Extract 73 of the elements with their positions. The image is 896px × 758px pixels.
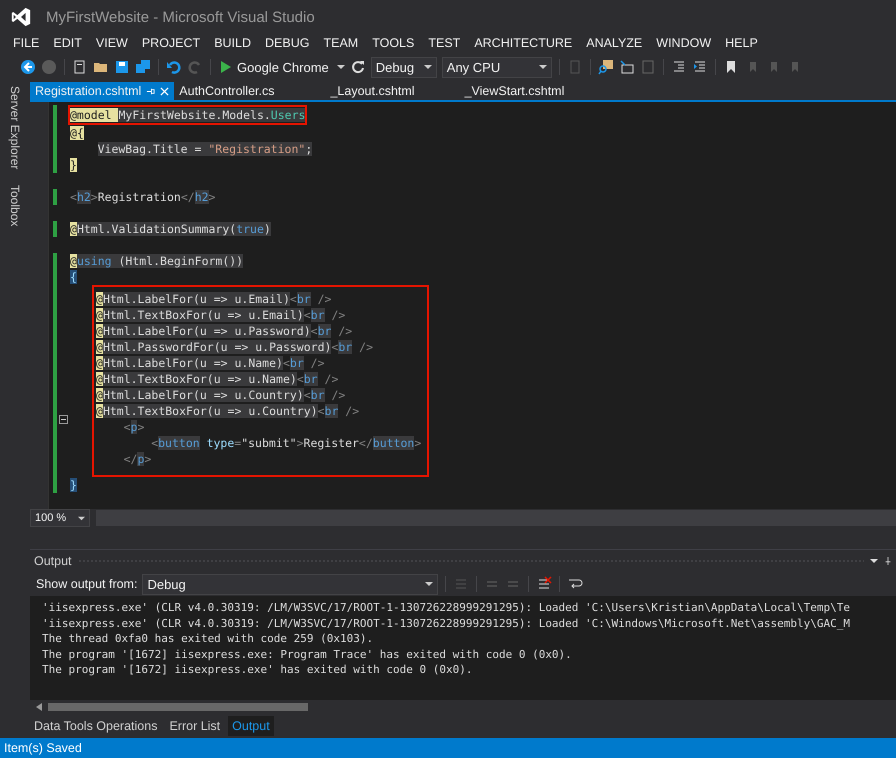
collapse-icon[interactable] — [59, 415, 68, 424]
dropdown-arrow-icon — [425, 580, 434, 588]
horizontal-scrollbar[interactable] — [96, 510, 896, 526]
pin-icon[interactable] — [884, 557, 892, 565]
run-button[interactable]: Google Chrome — [218, 58, 332, 76]
side-panel-tab[interactable]: Toolbox — [8, 185, 22, 227]
document-tab[interactable]: Registration.cshtml — [30, 82, 174, 100]
dropdown-arrow-icon — [78, 514, 85, 522]
code-line: <p> — [124, 420, 144, 434]
menu-item[interactable]: FILE — [6, 36, 46, 50]
configuration-dropdown[interactable]: Debug — [370, 56, 437, 78]
menu-item[interactable]: BUILD — [207, 36, 258, 50]
output-line: 'iisexpress.exe' (CLR v4.0.30319: /LM/W3SVC/17/ROOT-1-130726228999291295): Loaded 'C:\Users\Kristian\AppData\Local\Temp\Te — [42, 600, 851, 616]
output-line: 'iisexpress.exe' (CLR v4.0.30319: /LM/W3SVC/17/ROOT-1-130726228999291295): Loaded 'C:\Windows\Microsoft.Net\assembly\GAC_M — [42, 616, 851, 631]
menu-item[interactable]: ARCHITECTURE — [467, 36, 580, 50]
menu-item[interactable]: DEBUG — [258, 36, 316, 50]
menu-item[interactable]: TEAM — [316, 36, 366, 50]
panel-tab[interactable]: Data Tools Operations — [30, 716, 162, 736]
output-source-label: Show output from: — [36, 577, 138, 591]
save-all-icon[interactable] — [135, 59, 151, 75]
menu-item[interactable]: ANALYZE — [579, 36, 650, 50]
dropdown-arrow-icon[interactable] — [870, 557, 878, 565]
code-line: @model MyFirstWebsite.Models.Users — [70, 108, 306, 122]
output-line: The thread 0xfa0 has exited with code 259 (0x103). — [42, 631, 374, 646]
menu-item[interactable]: TEST — [421, 36, 468, 50]
code-line: @Html.LabelFor(u => u.Country)<br /> — [96, 388, 346, 402]
dropdown-arrow-icon — [424, 63, 432, 71]
window-title: MyFirstWebsite - Microsoft Visual Studio — [46, 8, 315, 26]
code-line: @Html.LabelFor(u => u.Password)<br /> — [96, 324, 352, 338]
zoom-dropdown[interactable]: 100 % — [30, 509, 90, 527]
save-icon[interactable] — [114, 59, 130, 75]
panel-title: Output — [34, 554, 72, 568]
code-line: @Html.TextBoxFor(u => u.Country)<br /> — [96, 404, 360, 418]
document-tab[interactable]: AuthController.cs — [174, 82, 280, 100]
visual-studio-logo-icon — [10, 6, 32, 28]
menu-item[interactable]: PROJECT — [134, 36, 208, 50]
menu-item[interactable]: VIEW — [88, 36, 135, 50]
code-line: ViewBag.Title = "Registration"; — [98, 142, 312, 156]
panel-tab[interactable]: Output — [228, 716, 274, 736]
dropdown-arrow-icon[interactable] — [336, 63, 345, 71]
side-panel-tab[interactable]: Server Explorer — [8, 86, 22, 170]
code-line: @using (Html.BeginForm()) — [70, 254, 244, 268]
status-bar: Item(s) Saved — [0, 738, 896, 758]
code-line: @Html.LabelFor(u => u.Email)<br /> — [96, 292, 332, 306]
code-line: @Html.ValidationSummary(true) — [70, 222, 271, 236]
document-tab[interactable]: _ViewStart.cshtml — [460, 82, 570, 100]
scroll-left-icon[interactable] — [36, 703, 42, 711]
code-line: @Html.TextBoxFor(u => u.Name)<br /> — [96, 372, 338, 386]
menu-item[interactable]: EDIT — [46, 36, 89, 50]
find-icon[interactable] — [598, 59, 614, 75]
dropdown-arrow-icon — [538, 63, 547, 71]
layout-icon[interactable] — [618, 59, 635, 75]
code-line: @Html.LabelFor(u => u.Name)<br /> — [96, 356, 325, 370]
code-line: </p> — [124, 452, 152, 466]
code-line: @Html.PasswordFor(u => u.Password)<br /> — [96, 340, 373, 354]
play-icon — [221, 61, 231, 73]
code-line: @Html.TextBoxFor(u => u.Email)<br /> — [96, 308, 346, 322]
document-tab[interactable]: _Layout.cshtml — [325, 82, 420, 100]
scrollbar-thumb[interactable] — [48, 703, 308, 711]
menu-item[interactable]: TOOLS — [365, 36, 422, 50]
back-icon[interactable] — [20, 59, 36, 75]
output-source-dropdown[interactable]: Debug — [142, 574, 438, 594]
menu-item[interactable]: HELP — [718, 36, 765, 50]
code-line: <button type="submit">Register</button> — [151, 436, 422, 450]
output-line: The program '[1672] iisexpress.exe' has exited with code 0 (0x0). — [42, 662, 474, 678]
output-line: The program '[1672] iisexpress.exe: Program Trace' has exited with code 0 (0x0). — [42, 646, 573, 662]
code-line: <h2>Registration</h2> — [70, 190, 216, 204]
undo-icon[interactable] — [166, 59, 182, 75]
refresh-icon[interactable] — [350, 59, 366, 75]
platform-dropdown[interactable]: Any CPU — [442, 56, 552, 78]
close-icon[interactable] — [160, 86, 170, 96]
menu-item[interactable]: WINDOW — [649, 36, 718, 50]
panel-tab[interactable]: Error List — [165, 716, 224, 736]
